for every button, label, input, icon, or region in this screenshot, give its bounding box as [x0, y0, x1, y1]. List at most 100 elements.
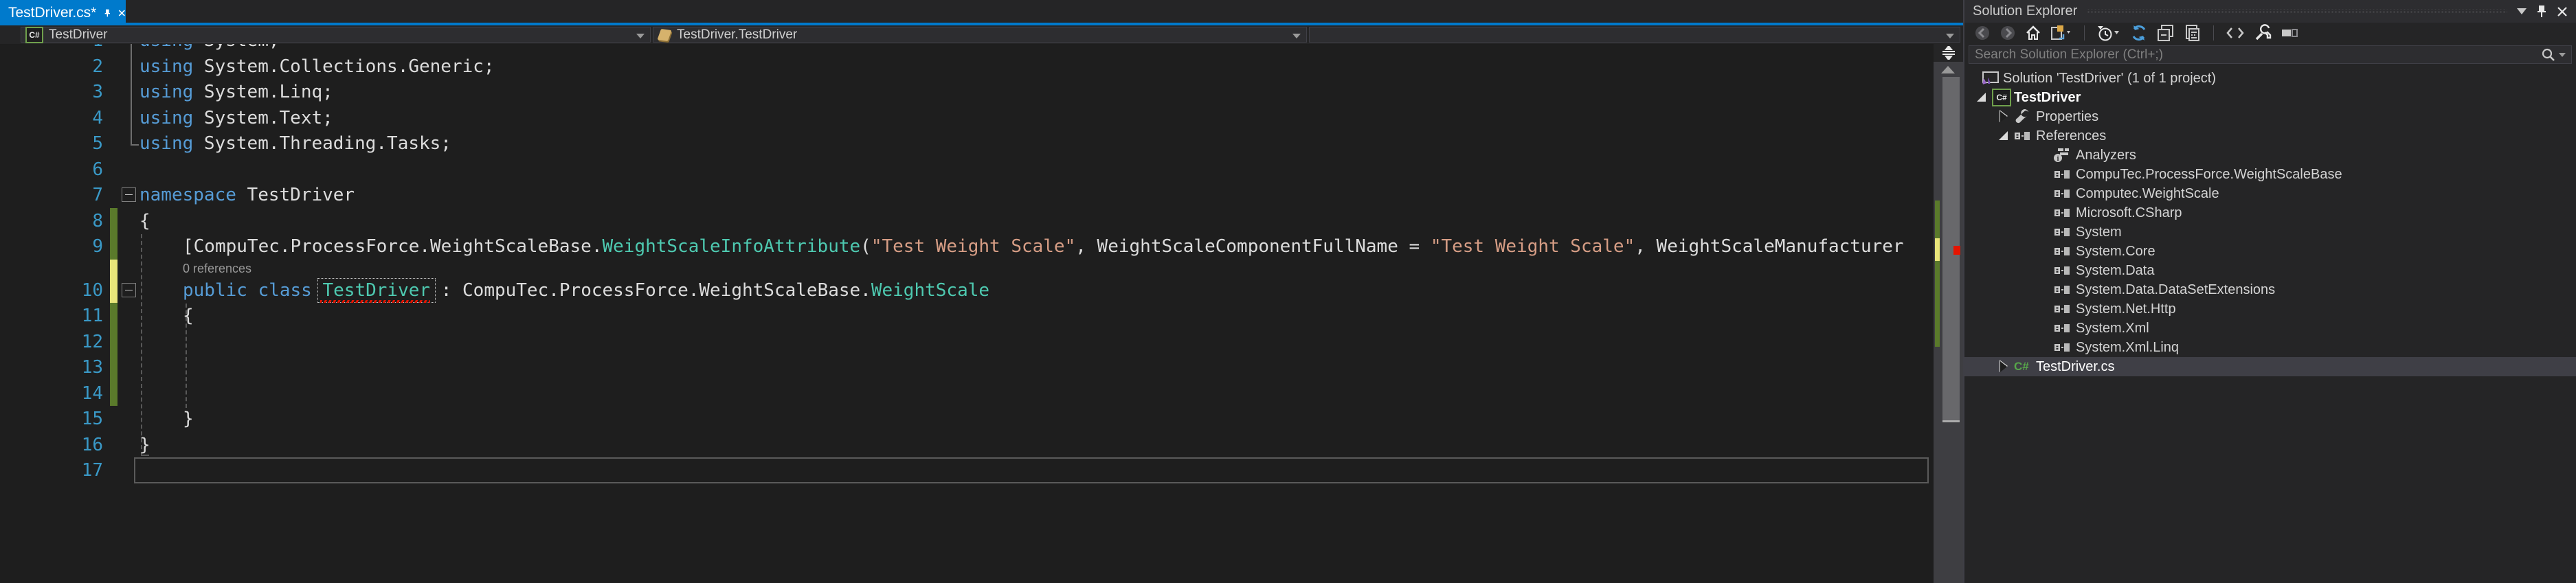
search-input[interactable]: Search Solution Explorer (Ctrl+;) — [1969, 45, 2572, 64]
code-line-9[interactable]: 9[CompuTec.ProcessForce.WeightScaleBase.… — [0, 233, 1934, 260]
view-code-icon[interactable] — [2226, 25, 2245, 41]
home-icon[interactable] — [2025, 25, 2041, 41]
tree-item-system-xml[interactable]: System.Xml — [1964, 319, 2576, 338]
codelens-references[interactable]: 0 references — [183, 260, 251, 277]
pending-changes-filter-icon[interactable] — [2096, 25, 2121, 41]
project-dropdown[interactable]: C# TestDriver — [21, 27, 651, 43]
code-line-11[interactable]: 11{ — [0, 303, 1934, 329]
solution-explorer-title-bar[interactable]: Solution Explorer — [1964, 0, 2576, 23]
tab-testdriver-cs[interactable]: TestDriver.cs* — [0, 0, 126, 25]
properties-icon[interactable] — [2254, 24, 2272, 42]
code-text: using System.Linq; — [139, 79, 333, 105]
show-all-files-icon[interactable] — [2184, 24, 2202, 42]
search-placeholder: Search Solution Explorer (Ctrl+;) — [1975, 47, 2541, 62]
chevron-down-icon — [1946, 34, 1954, 38]
code-line-14[interactable]: 14 — [0, 380, 1934, 407]
code-line-13[interactable]: 13 — [0, 354, 1934, 380]
close-icon[interactable] — [118, 8, 126, 19]
code-line-10[interactable]: 10public class TestDriver : CompuTec.Pro… — [0, 277, 1934, 304]
expander-spacer — [2036, 222, 2054, 242]
tree-item-system-xml-linq[interactable]: System.Xml.Linq — [1964, 338, 2576, 357]
search-icon[interactable] — [2541, 47, 2556, 62]
expander-spacer — [2036, 338, 2054, 357]
code-token: using — [139, 82, 193, 102]
code-token: "Test Weight Scale" — [871, 236, 1075, 257]
tree-item-label: Properties — [2036, 109, 2098, 125]
tree-item-label: System.Net.Http — [2076, 301, 2176, 317]
collapse-minus-icon[interactable] — [122, 283, 136, 297]
tree-item-references[interactable]: References — [1964, 126, 2576, 146]
solution-tree: Solution 'TestDriver' (1 of 1 project)C#… — [1964, 69, 2576, 376]
type-dropdown[interactable]: TestDriver.TestDriver — [653, 27, 1307, 43]
code-token: } — [139, 435, 150, 455]
tree-item-microsoft-csharp[interactable]: Microsoft.CSharp — [1964, 203, 2576, 222]
tree-item-system-data[interactable]: System.Data — [1964, 261, 2576, 280]
member-dropdown[interactable] — [1309, 27, 1960, 43]
tree-item-computec-processforce-weightscalebase[interactable]: CompuTec.ProcessForce.WeightScaleBase — [1964, 165, 2576, 184]
code-token: using — [139, 133, 193, 154]
tree-item-analyzers[interactable]: iAnalyzers — [1964, 146, 2576, 165]
tree-item-system[interactable]: System — [1964, 222, 2576, 242]
expander-expanded-icon[interactable] — [1996, 126, 2014, 146]
collapse-minus-icon[interactable] — [122, 187, 136, 202]
switch-views-icon[interactable] — [2050, 25, 2072, 41]
code-line-3[interactable]: 3using System.Linq; — [0, 79, 1934, 105]
expander-collapsed-icon[interactable] — [1996, 107, 2014, 126]
tree-item-system-net-http[interactable]: System.Net.Http — [1964, 299, 2576, 319]
code-line-16[interactable]: 16} — [0, 432, 1934, 458]
pin-icon[interactable] — [103, 7, 111, 19]
reference-icon — [2054, 245, 2074, 258]
wrench-icon — [2014, 108, 2035, 125]
codelens-row: 0 references — [0, 260, 1934, 277]
code-line-1[interactable]: 1using System; — [0, 44, 1934, 54]
code-text: using System.Text; — [139, 105, 333, 131]
line-number: 17 — [0, 457, 103, 483]
tree-item-system-core[interactable]: System.Core — [1964, 242, 2576, 261]
window-position-icon[interactable] — [2517, 8, 2527, 14]
pin-icon[interactable] — [2536, 5, 2547, 18]
expander-expanded-icon[interactable] — [1974, 88, 1992, 107]
code-line-7[interactable]: 7namespace TestDriver — [0, 182, 1934, 208]
line-number: 8 — [0, 208, 103, 234]
code-token: using — [139, 108, 193, 128]
error-identifier: TestDriver — [323, 280, 431, 301]
line-number: 10 — [0, 277, 103, 304]
tree-item-computec-weightscale[interactable]: Computec.WeightScale — [1964, 184, 2576, 203]
sync-with-active-document-icon[interactable] — [2130, 24, 2148, 42]
collapse-all-icon[interactable] — [2157, 24, 2175, 42]
scroll-up-icon[interactable] — [1941, 66, 1955, 73]
reference-icon — [2054, 207, 2074, 219]
code-line-17[interactable]: 17 — [0, 457, 1934, 483]
code-line-6[interactable]: 6 — [0, 157, 1934, 183]
reference-icon — [2054, 187, 2074, 200]
tree-item-testdriver-cs[interactable]: C#TestDriver.cs — [1964, 357, 2576, 376]
vertical-scrollbar[interactable] — [1934, 62, 1963, 583]
csharp-project-icon: C# — [25, 27, 43, 43]
reference-icon — [2054, 226, 2074, 238]
preview-selected-items-icon[interactable] — [2281, 27, 2298, 39]
tree-item-system-data-datasetextensions[interactable]: System.Data.DataSetExtensions — [1964, 280, 2576, 299]
code-line-5[interactable]: 5using System.Threading.Tasks; — [0, 130, 1934, 157]
tree-item-label: Solution 'TestDriver' (1 of 1 project) — [2003, 71, 2216, 87]
code-line-2[interactable]: 2using System.Collections.Generic; — [0, 54, 1934, 80]
code-line-8[interactable]: 8{ — [0, 208, 1934, 234]
line-number: 1 — [0, 44, 103, 54]
code-line-12[interactable]: 12 — [0, 329, 1934, 355]
expander-spacer — [2036, 299, 2054, 319]
tree-item-properties[interactable]: Properties — [1964, 107, 2576, 126]
code-token: WeightScale — [871, 280, 989, 301]
code-text: using System.Threading.Tasks; — [139, 130, 451, 157]
expander-collapsed-icon[interactable] — [1996, 357, 2014, 376]
tree-item-label: References — [2036, 128, 2106, 144]
tree-item-solution-testdriver-1-of-1-project[interactable]: Solution 'TestDriver' (1 of 1 project) — [1964, 69, 2576, 88]
code-editor[interactable]: 1using System;2using System.Collections.… — [0, 44, 1934, 583]
back-icon[interactable] — [1974, 25, 1991, 41]
code-line-4[interactable]: 4using System.Text; — [0, 105, 1934, 131]
close-icon[interactable] — [2557, 6, 2568, 17]
chevron-down-icon[interactable] — [2559, 53, 2566, 57]
code-line-15[interactable]: 15} — [0, 406, 1934, 432]
tree-item-testdriver[interactable]: C#TestDriver — [1964, 88, 2576, 107]
split-window-grip-icon[interactable] — [1934, 44, 1963, 62]
csproj-icon: C# — [1992, 89, 2013, 106]
forward-icon[interactable] — [2000, 25, 2016, 41]
